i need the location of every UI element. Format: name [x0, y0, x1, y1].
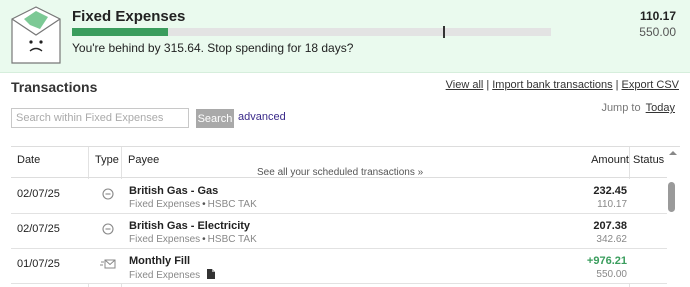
row-envelope: Fixed Expenses [129, 234, 201, 245]
budget-progress-bar [72, 26, 551, 38]
row-details: Fixed Expenses [129, 269, 215, 281]
envelope-status-message: You're behind by 315.64. Stop spending f… [72, 41, 354, 55]
row-balance: 550.00 [596, 269, 627, 280]
envelope-budget-amount: 550.00 [639, 25, 676, 39]
table-row[interactable]: 02/07/25 British Gas - Electricity Fixed… [11, 214, 667, 249]
row-details: Fixed Expenses • HSBC TAK [129, 234, 257, 245]
row-balance: 342.62 [596, 234, 627, 245]
row-envelope: Fixed Expenses [129, 270, 201, 281]
view-all-link[interactable]: View all [446, 79, 484, 91]
scrollbar-thumb[interactable] [668, 182, 675, 212]
link-separator: | [615, 79, 619, 91]
row-payee[interactable]: British Gas - Gas [129, 185, 218, 197]
row-amount: 207.38 [593, 220, 627, 232]
document-icon [206, 269, 215, 279]
envelope-spent-amount: 110.17 [639, 9, 676, 23]
sad-envelope-icon [11, 6, 61, 64]
search-button[interactable]: Search [196, 109, 234, 128]
column-header-payee[interactable]: Payee [128, 154, 159, 166]
scheduled-transactions-link[interactable]: See all your scheduled transactions » [257, 167, 423, 178]
row-payee[interactable]: Monthly Fill [129, 255, 190, 267]
table-header: Date Type Payee Amount Status See all yo… [11, 147, 667, 178]
progress-time-marker [442, 26, 445, 38]
row-date: 02/07/25 [17, 223, 60, 235]
bullet-separator: • [202, 199, 206, 210]
minus-circle-icon [102, 223, 114, 235]
search-input[interactable] [11, 108, 189, 128]
row-payee[interactable]: British Gas - Electricity [129, 220, 250, 232]
column-header-status[interactable]: Status [633, 154, 664, 166]
transactions-table: Date Type Payee Amount Status See all yo… [11, 146, 680, 287]
row-envelope: Fixed Expenses [129, 199, 201, 210]
row-date: 01/07/25 [17, 258, 60, 270]
bullet-separator: • [202, 234, 206, 245]
envelope-header: Fixed Expenses You're behind by 315.64. … [0, 0, 690, 73]
envelope-fill-icon [100, 259, 116, 269]
jump-to: Jump to Today [601, 102, 675, 114]
link-separator: | [486, 79, 490, 91]
row-date: 02/07/25 [17, 188, 60, 200]
column-header-amount[interactable]: Amount [591, 154, 629, 166]
row-details: Fixed Expenses • HSBC TAK [129, 199, 257, 210]
row-balance: 110.17 [597, 199, 627, 210]
transactions-title: Transactions [11, 79, 98, 95]
import-bank-transactions-link[interactable]: Import bank transactions [492, 79, 612, 91]
column-header-date[interactable]: Date [17, 154, 40, 166]
envelope-name: Fixed Expenses [72, 8, 186, 25]
scroll-up-arrow-icon[interactable] [667, 148, 679, 158]
row-account: HSBC TAK [207, 199, 257, 210]
column-header-type[interactable]: Type [95, 154, 119, 166]
minus-circle-icon [102, 188, 114, 200]
row-account: HSBC TAK [207, 234, 257, 245]
row-amount: +976.21 [586, 255, 627, 267]
jump-to-label: Jump to [601, 102, 641, 114]
transaction-actions: View all | Import bank transactions | Export… [446, 79, 679, 91]
row-amount: 232.45 [593, 185, 627, 197]
advanced-search-link[interactable]: advanced [238, 111, 286, 123]
export-csv-link[interactable]: Export CSV [622, 79, 679, 91]
table-row[interactable]: 01/07/25 Monthly Fill Fixed Expenses +97… [11, 249, 667, 284]
table-row[interactable]: 02/07/25 British Gas - Gas Fixed Expense… [11, 179, 667, 214]
progress-fill [72, 28, 168, 36]
jump-today-link[interactable]: Today [646, 102, 675, 114]
